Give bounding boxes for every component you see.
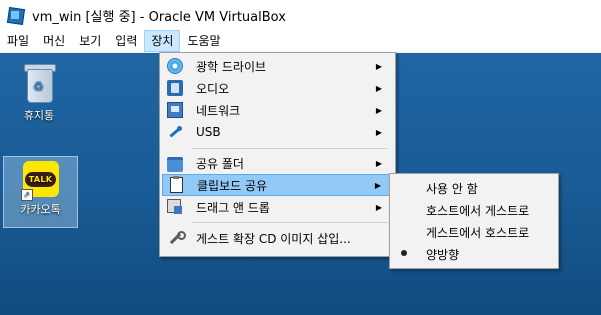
- menu-item-label: 광학 드라이브: [196, 59, 267, 74]
- menu-item-label: 네트워크: [196, 103, 241, 118]
- usb-icon: [167, 124, 183, 140]
- submenu-arrow-icon: ▶: [375, 158, 382, 168]
- menu-item-label: 드래그 앤 드롭: [196, 200, 270, 215]
- audio-icon: [167, 80, 183, 96]
- radio-selected-icon: [401, 250, 407, 256]
- kakaotalk-logo-text: TALK: [24, 171, 57, 187]
- submenu-item-label: 게스트에서 호스트로: [426, 226, 530, 240]
- submenu-arrow-icon: ▶: [375, 83, 382, 93]
- title-bar: vm_win [실행 중] - Oracle VM VirtualBox: [0, 0, 601, 30]
- submenu-arrow-icon: ▶: [375, 127, 382, 137]
- submenu-item-label: 호스트에서 게스트로: [426, 204, 530, 218]
- menu-item-label: 게스트 확장 CD 이미지 삽입...: [196, 231, 351, 246]
- menu-view[interactable]: 보기: [72, 30, 108, 52]
- menu-item-label: 클립보드 공유: [197, 178, 268, 193]
- menu-machine[interactable]: 머신: [36, 30, 72, 52]
- menu-item-label: USB: [196, 125, 221, 139]
- menu-item-usb[interactable]: USB ▶: [162, 121, 392, 143]
- submenu-item-label: 양방향: [426, 248, 460, 262]
- submenu-arrow-icon: ▶: [374, 180, 381, 190]
- menu-item-drag-and-drop[interactable]: 드래그 앤 드롭 ▶: [162, 196, 392, 218]
- menu-item-label: 오디오: [196, 81, 230, 96]
- clipboard-icon: [170, 176, 183, 193]
- menu-help[interactable]: 도움말: [180, 30, 227, 52]
- optical-drive-icon: [167, 58, 183, 74]
- submenu-arrow-icon: ▶: [375, 105, 382, 115]
- submenu-arrow-icon: ▶: [375, 202, 382, 212]
- drag-drop-icon: [167, 199, 182, 214]
- network-icon: [167, 102, 183, 118]
- menu-input[interactable]: 입력: [108, 30, 144, 52]
- window-title: vm_win [실행 중] - Oracle VM VirtualBox: [32, 9, 286, 25]
- menu-item-label: 공유 폴더: [196, 156, 244, 171]
- shortcut-arrow-icon: ↗: [20, 189, 33, 201]
- submenu-arrow-icon: ▶: [375, 61, 382, 71]
- submenu-item-bidirectional[interactable]: 양방향: [392, 242, 555, 264]
- virtualbox-icon: [6, 6, 26, 26]
- recycle-bin-icon: ♻: [22, 61, 56, 103]
- clipboard-submenu: 사용 안 함 호스트에서 게스트로 게스트에서 호스트로 양방향: [389, 173, 559, 269]
- submenu-item-disabled[interactable]: 사용 안 함: [392, 176, 555, 198]
- kakaotalk-label: 카카오톡: [20, 203, 61, 216]
- menu-separator: [192, 222, 388, 223]
- menu-item-clipboard-sharing[interactable]: 클립보드 공유 ▶: [162, 174, 392, 196]
- recycle-bin-label: 휴지통: [23, 109, 55, 122]
- menu-item-network[interactable]: 네트워크 ▶: [162, 99, 392, 121]
- desktop-icon-kakaotalk[interactable]: TALK ↗ 카카오톡: [3, 156, 78, 228]
- desktop-icon-recycle-bin[interactable]: ♻ 휴지통: [4, 61, 74, 123]
- menu-devices[interactable]: 장치: [144, 30, 181, 52]
- menu-item-audio[interactable]: 오디오 ▶: [162, 77, 392, 99]
- menu-item-optical-drive[interactable]: 광학 드라이브 ▶: [162, 55, 392, 77]
- devices-menu: 광학 드라이브 ▶ 오디오 ▶ 네트워크 ▶ USB ▶ 공유 폴더 ▶ 클립보…: [159, 52, 396, 257]
- submenu-item-guest-to-host[interactable]: 게스트에서 호스트로: [392, 220, 555, 242]
- submenu-item-label: 사용 안 함: [426, 182, 478, 196]
- wrench-icon: [167, 230, 186, 246]
- menu-file[interactable]: 파일: [0, 30, 36, 52]
- menu-item-shared-folders[interactable]: 공유 폴더 ▶: [162, 152, 392, 174]
- menu-separator: [192, 148, 388, 149]
- submenu-item-host-to-guest[interactable]: 호스트에서 게스트로: [392, 198, 555, 220]
- menu-item-insert-guest-additions[interactable]: 게스트 확장 CD 이미지 삽입...: [162, 227, 392, 249]
- shared-folder-icon: [167, 157, 183, 172]
- kakaotalk-icon: TALK ↗: [20, 161, 59, 201]
- menu-bar: 파일 머신 보기 입력 장치 도움말: [0, 30, 601, 53]
